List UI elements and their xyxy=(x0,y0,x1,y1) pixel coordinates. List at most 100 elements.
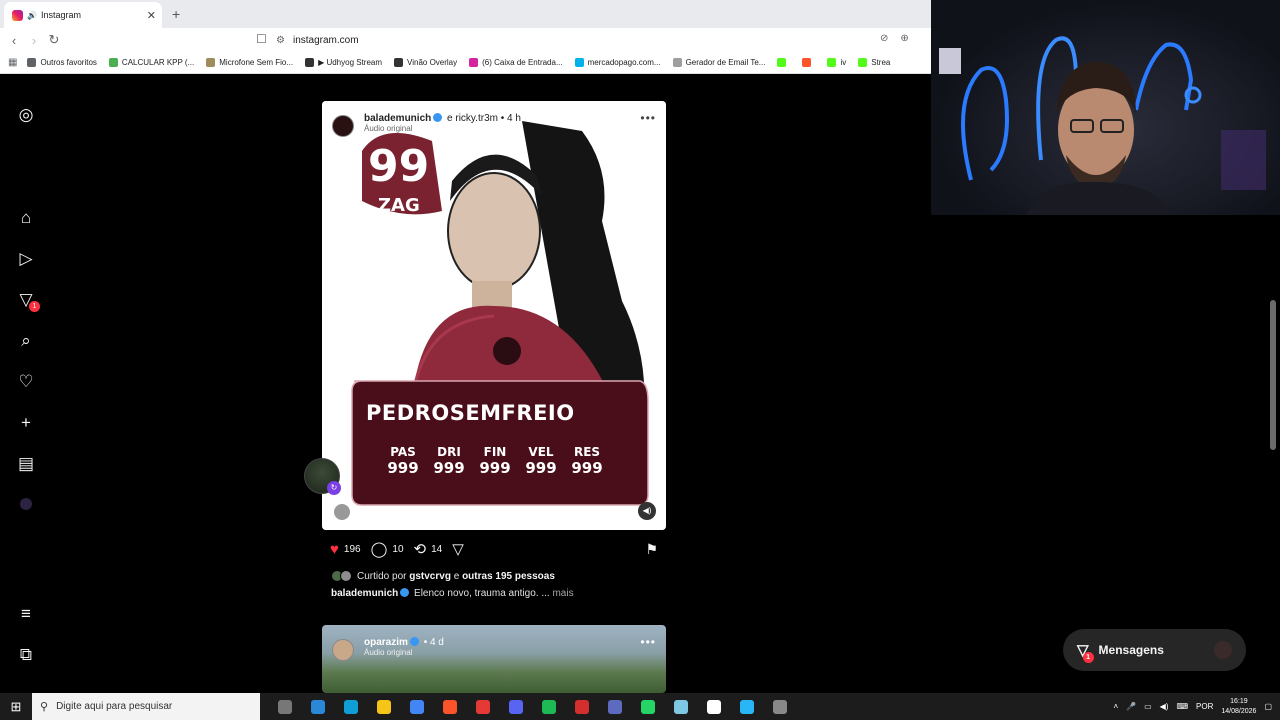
bookmark-item[interactable] xyxy=(777,58,790,67)
taskbar-app-icon[interactable] xyxy=(730,693,763,720)
liked-by-user[interactable]: gstvcrvg xyxy=(409,571,451,582)
bookmark-item[interactable]: Strea xyxy=(858,58,890,67)
new-tab-button[interactable]: + xyxy=(172,6,180,22)
post-audio[interactable]: Áudio original xyxy=(364,124,521,133)
caption-more-link[interactable]: mais xyxy=(552,588,573,599)
taskbar-app-icon[interactable] xyxy=(697,693,730,720)
taskbar-search[interactable]: ⚲ Digite aqui para pesquisar xyxy=(32,693,260,720)
taskbar-app-icon[interactable] xyxy=(268,693,301,720)
post-media[interactable]: balademunich e ricky.tr3m • 4 h Áudio or… xyxy=(322,101,666,530)
bookmark-icon[interactable]: ☐ xyxy=(256,32,267,46)
post-caption: balademunich Elenco novo, trauma antigo.… xyxy=(322,588,666,599)
taskbar-app-icon[interactable] xyxy=(433,693,466,720)
taskbar-app-icon[interactable] xyxy=(598,693,631,720)
bookmark-item[interactable]: mercadopago.com... xyxy=(574,58,661,67)
taskbar-app-icon[interactable] xyxy=(664,693,697,720)
bookmark-favicon-icon xyxy=(206,58,216,67)
bookmark-item[interactable]: CALCULAR KPP (... xyxy=(108,58,194,67)
taskbar-app-icon[interactable] xyxy=(499,693,532,720)
also-from-meta-icon[interactable]: ⧉ xyxy=(16,645,36,665)
address-bar[interactable]: ⚙ instagram.com xyxy=(276,30,936,50)
volume-tray-icon[interactable]: ◀) xyxy=(1160,702,1169,711)
tagged-users-icon[interactable] xyxy=(334,504,350,520)
create-plus-icon[interactable]: + xyxy=(16,413,36,433)
dashboard-icon[interactable]: ▤ xyxy=(16,454,36,474)
keyboard-icon[interactable]: ⌨ xyxy=(1177,702,1189,711)
post2-author-avatar[interactable] xyxy=(332,639,354,661)
direct-icon[interactable]: ▽ 1 xyxy=(16,290,40,312)
close-tab-icon[interactable]: ✕ xyxy=(147,9,156,22)
taskbar-clock[interactable]: 16:19 14/08/2026 xyxy=(1221,697,1256,717)
taskbar-app-icon[interactable] xyxy=(466,693,499,720)
messages-icon: ▽ 1 xyxy=(1077,641,1094,663)
eye-off-icon[interactable]: ⊘ xyxy=(880,33,888,44)
volume-icon[interactable]: ◀) xyxy=(638,502,656,520)
profile-avatar[interactable] xyxy=(16,495,36,515)
bookmark-item[interactable]: (6) Caixa de Entrada... xyxy=(469,58,563,67)
taskbar-app-icon[interactable] xyxy=(532,693,565,720)
share-icon[interactable]: ▽ xyxy=(452,540,464,558)
bookmark-item[interactable]: Vinão Overlay xyxy=(394,58,457,67)
notifications-icon[interactable]: ▢ xyxy=(1264,702,1272,711)
bookmark-item[interactable]: Gerador de Email Te... xyxy=(672,58,765,67)
bookmark-favicon-icon xyxy=(394,58,404,67)
search-icon[interactable]: ⌕ xyxy=(16,331,36,351)
bookmark-favicon-icon xyxy=(777,58,787,67)
taskbar-app-icon[interactable] xyxy=(763,693,796,720)
taskbar-app-icon[interactable] xyxy=(367,693,400,720)
like-heart-icon[interactable]: ♥ xyxy=(330,541,339,558)
messages-label: Mensagens xyxy=(1098,643,1164,657)
bookmark-favicon-icon xyxy=(574,58,584,67)
reels-icon[interactable]: ▷ xyxy=(16,249,36,269)
back-icon[interactable]: ‹ xyxy=(4,33,24,48)
forward-icon[interactable]: › xyxy=(24,33,44,48)
caption-username[interactable]: balademunich xyxy=(331,588,398,599)
post2-audio[interactable]: Áudio original xyxy=(364,648,444,657)
post2-username[interactable]: oparazim xyxy=(364,637,408,648)
repost-count[interactable]: 14 xyxy=(431,544,442,555)
taskbar-app-icon[interactable] xyxy=(400,693,433,720)
comment-count[interactable]: 10 xyxy=(392,544,403,555)
post-username[interactable]: balademunich xyxy=(364,113,431,124)
post-options-icon[interactable]: ••• xyxy=(640,111,656,125)
audio-playing-icon[interactable]: 🔊 xyxy=(27,11,37,20)
tray-chevron-icon[interactable]: ˄ xyxy=(1113,702,1118,711)
reload-icon[interactable]: ↻ xyxy=(44,32,64,48)
notifications-heart-icon[interactable]: ♡ xyxy=(16,372,36,392)
liked-by-others[interactable]: outras 195 pessoas xyxy=(462,571,555,582)
bookmark-item[interactable]: iv xyxy=(827,58,846,67)
site-info-icon[interactable]: ⚙ xyxy=(276,35,285,46)
clock-time: 16:19 xyxy=(1230,697,1248,705)
network-icon[interactable]: ▭ xyxy=(1144,702,1152,711)
bookmark-item[interactable]: Outros favoritos xyxy=(27,58,97,67)
page-scrollbar[interactable] xyxy=(1270,300,1276,450)
feed-post-next[interactable]: oparazim • 4 d Áudio original ••• xyxy=(322,625,666,693)
card-stat-key: RES xyxy=(573,445,601,459)
comment-icon[interactable]: ◯ xyxy=(371,540,388,558)
bookmark-item[interactable] xyxy=(802,58,815,67)
post2-options-icon[interactable]: ••• xyxy=(640,635,656,649)
microphone-icon[interactable]: 🎤 xyxy=(1126,702,1136,711)
apps-grid-icon[interactable]: ▦ xyxy=(8,57,17,68)
save-bookmark-icon[interactable]: ⚑ xyxy=(645,541,658,558)
tab-instagram[interactable]: 🔊 Instagram ✕ xyxy=(4,2,162,28)
taskbar-app-icon[interactable] xyxy=(334,693,367,720)
bookmark-label: Strea xyxy=(871,58,891,67)
like-count[interactable]: 196 xyxy=(344,544,361,555)
zoom-icon[interactable]: ⊕ xyxy=(900,33,908,44)
bookmark-item[interactable]: Microfone Sem Fio... xyxy=(206,58,293,67)
taskbar-app-icon[interactable] xyxy=(301,693,334,720)
post-author-avatar[interactable] xyxy=(332,115,354,137)
more-menu-icon[interactable]: ≡ xyxy=(16,604,36,624)
windows-start-icon[interactable]: ⊞ xyxy=(0,699,32,715)
taskbar-app-icon[interactable] xyxy=(565,693,598,720)
bookmark-item[interactable]: ▶ Udhyog Stream xyxy=(305,58,382,67)
instagram-logo-icon[interactable]: ◎ xyxy=(16,105,36,125)
suggested-user-avatar[interactable]: ↻ xyxy=(304,458,341,495)
taskbar-app-icon[interactable] xyxy=(631,693,664,720)
repost-icon[interactable]: ⟲ xyxy=(414,540,427,558)
home-icon[interactable]: ⌂ xyxy=(16,208,36,228)
language-indicator[interactable]: POR xyxy=(1196,702,1213,711)
post-collab[interactable]: e ricky.tr3m xyxy=(447,113,498,124)
messages-button[interactable]: ▽ 1 Mensagens xyxy=(1063,629,1246,671)
